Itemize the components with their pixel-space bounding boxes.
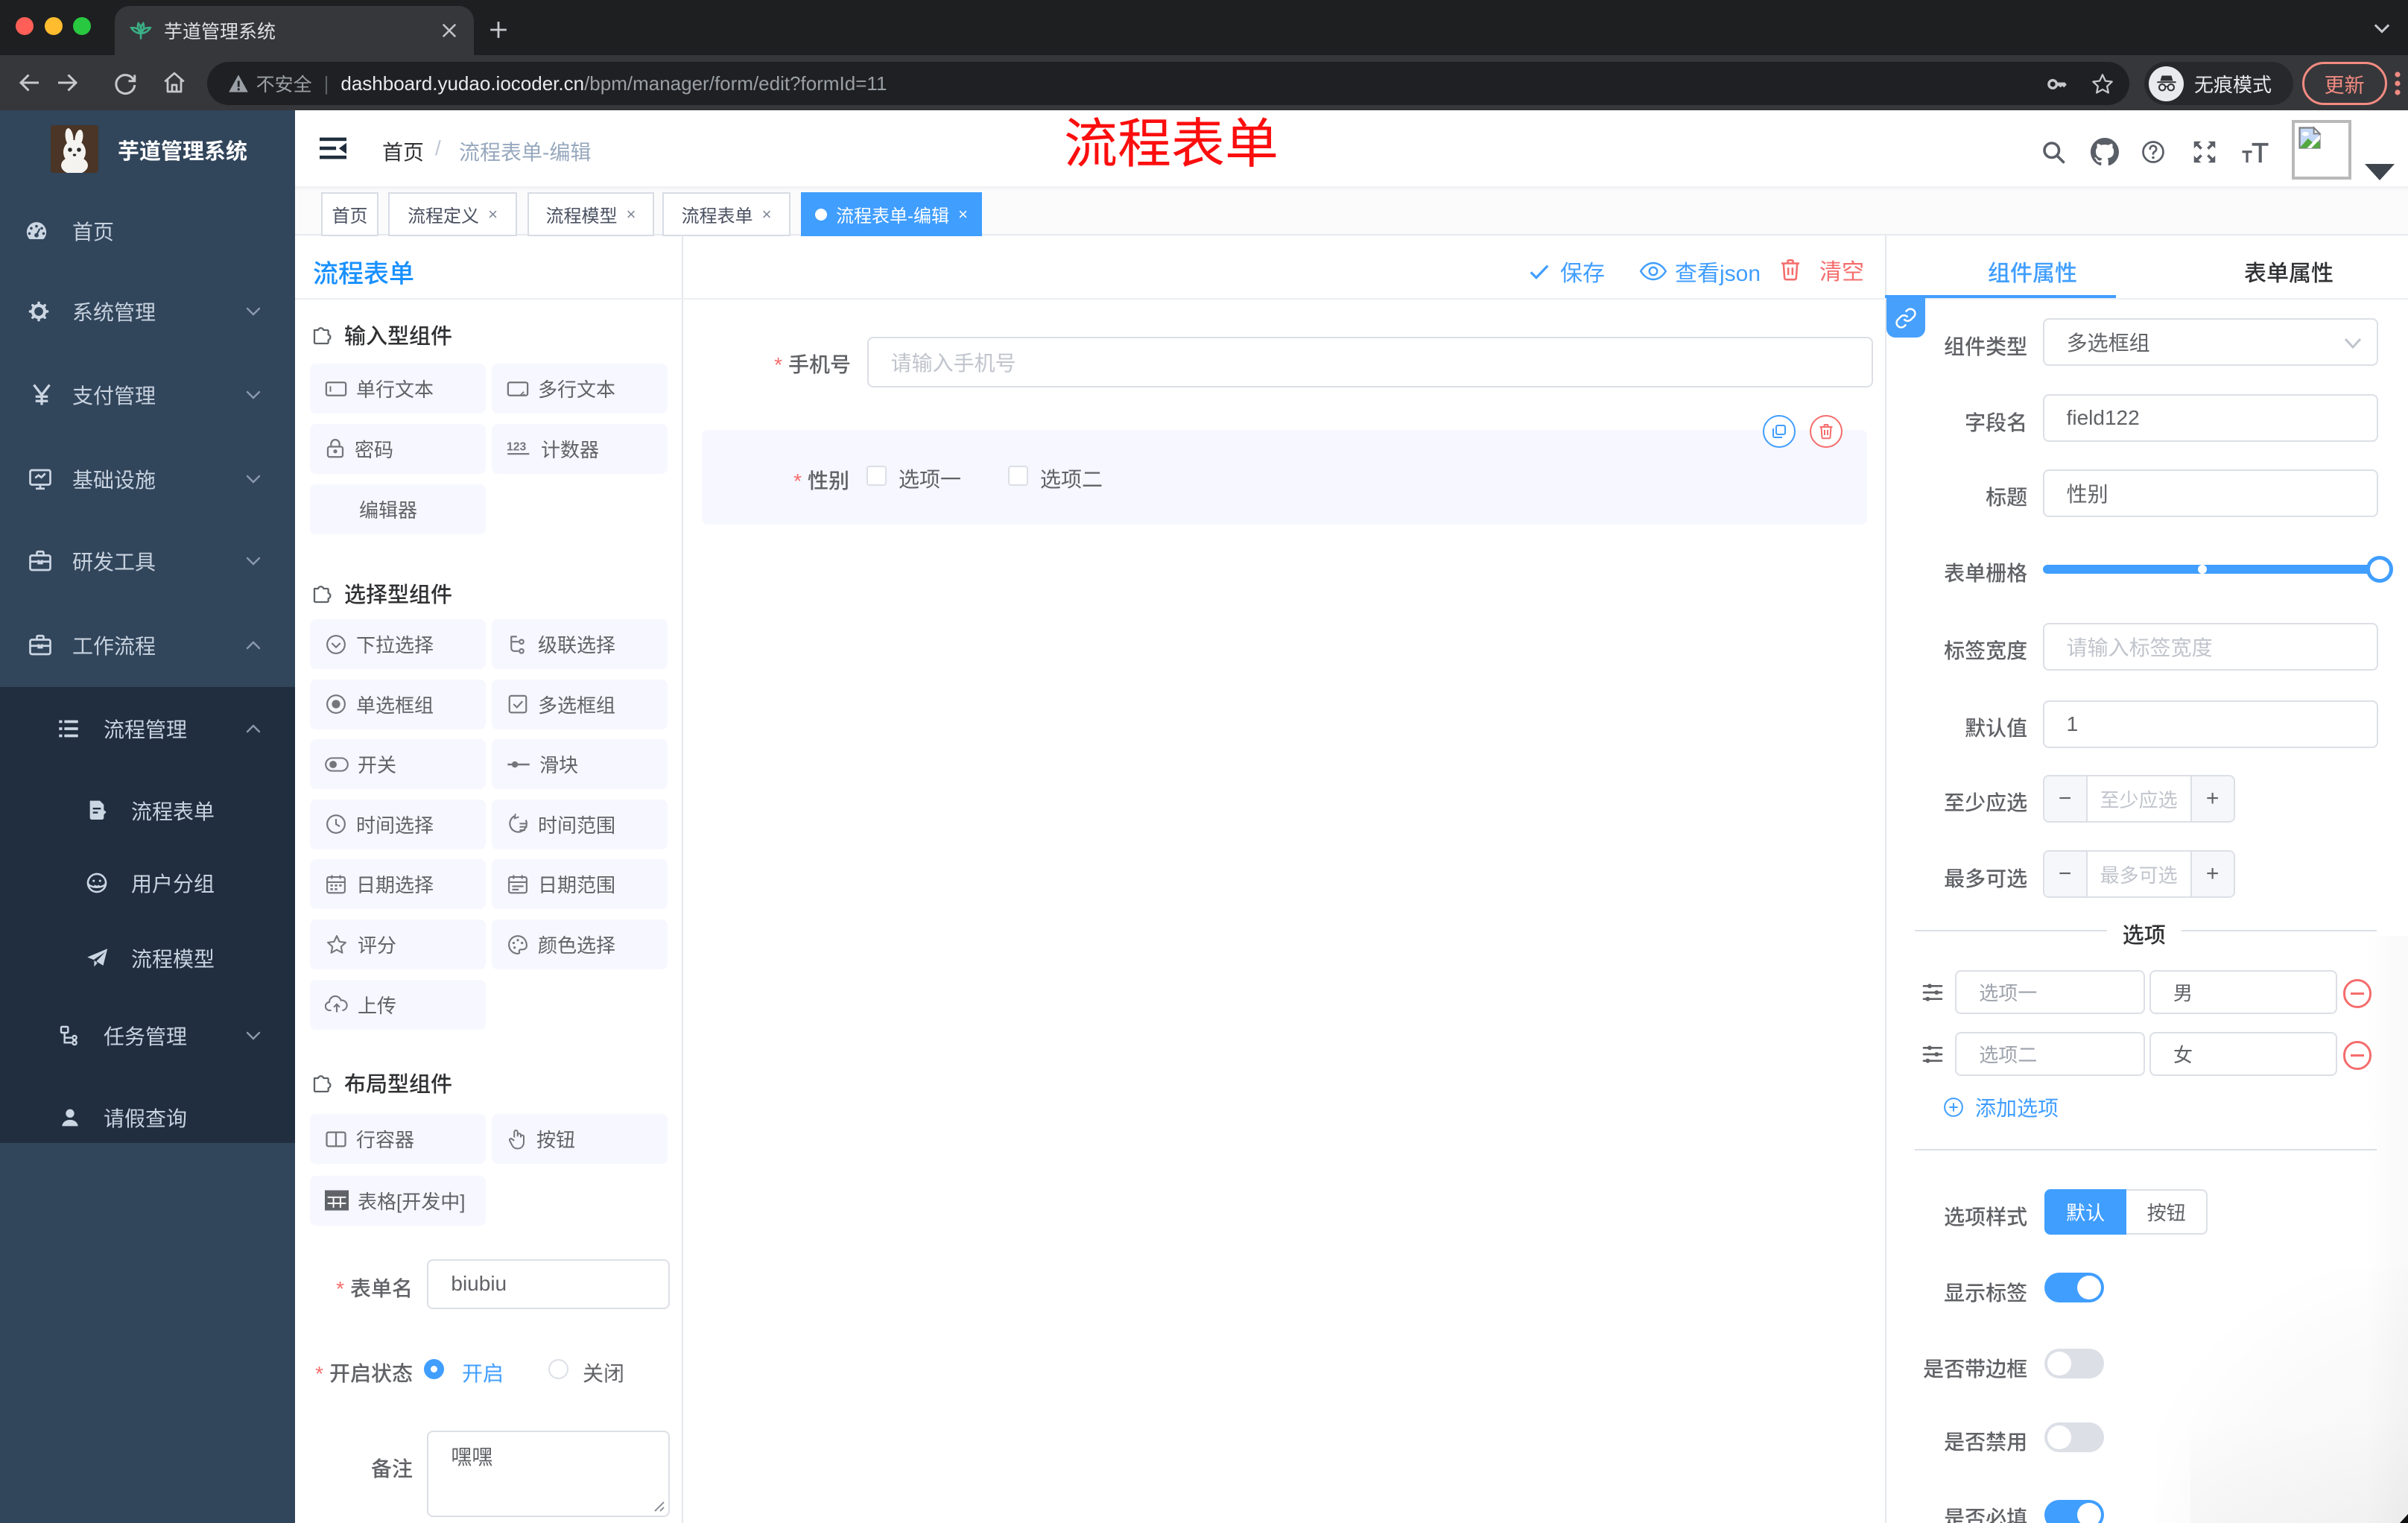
svg-text:123: 123 — [507, 441, 527, 454]
